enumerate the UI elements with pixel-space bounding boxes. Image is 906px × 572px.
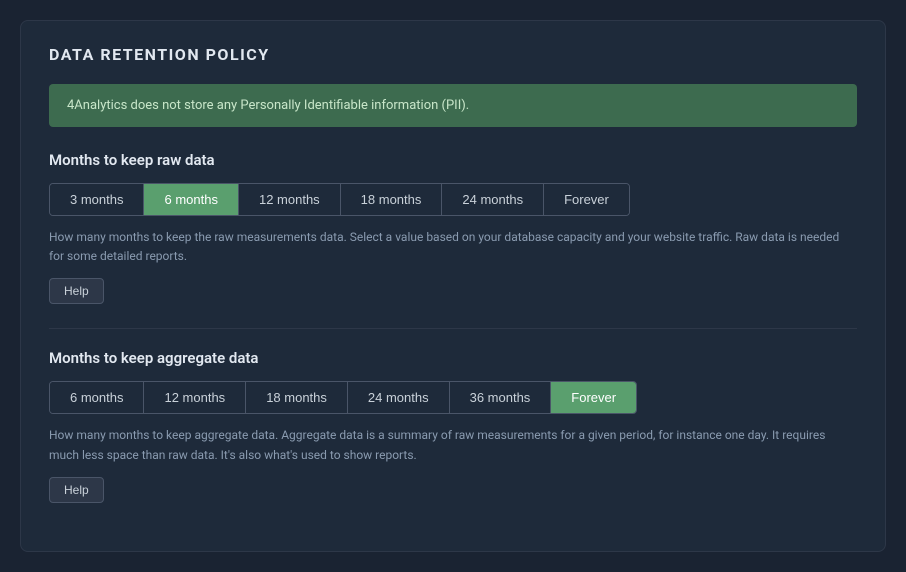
aggregate-data-description: How many months to keep aggregate data. … [49,426,857,464]
section-divider [49,328,857,329]
main-container: DATA RETENTION POLICY 4Analytics does no… [20,20,886,552]
raw-data-section: Months to keep raw data 3 months 6 month… [49,151,857,304]
aggregate-data-6months[interactable]: 6 months [50,382,144,413]
raw-data-12months[interactable]: 12 months [239,184,341,215]
raw-data-title: Months to keep raw data [49,151,857,169]
raw-data-button-group: 3 months 6 months 12 months 18 months 24… [49,183,630,216]
aggregate-data-24months[interactable]: 24 months [348,382,450,413]
aggregate-data-button-group: 6 months 12 months 18 months 24 months 3… [49,381,637,414]
raw-data-3months[interactable]: 3 months [50,184,144,215]
raw-data-18months[interactable]: 18 months [341,184,443,215]
aggregate-data-help-button[interactable]: Help [49,477,104,503]
aggregate-data-forever[interactable]: Forever [551,382,636,413]
aggregate-data-section: Months to keep aggregate data 6 months 1… [49,349,857,502]
raw-data-description: How many months to keep the raw measurem… [49,228,857,266]
page-title: DATA RETENTION POLICY [49,45,857,64]
raw-data-6months[interactable]: 6 months [144,184,238,215]
aggregate-data-18months[interactable]: 18 months [246,382,348,413]
aggregate-data-title: Months to keep aggregate data [49,349,857,367]
info-banner-text: 4Analytics does not store any Personally… [67,98,469,113]
aggregate-data-36months[interactable]: 36 months [450,382,552,413]
raw-data-24months[interactable]: 24 months [442,184,544,215]
aggregate-data-12months[interactable]: 12 months [144,382,246,413]
raw-data-forever[interactable]: Forever [544,184,629,215]
raw-data-help-button[interactable]: Help [49,278,104,304]
info-banner: 4Analytics does not store any Personally… [49,84,857,127]
